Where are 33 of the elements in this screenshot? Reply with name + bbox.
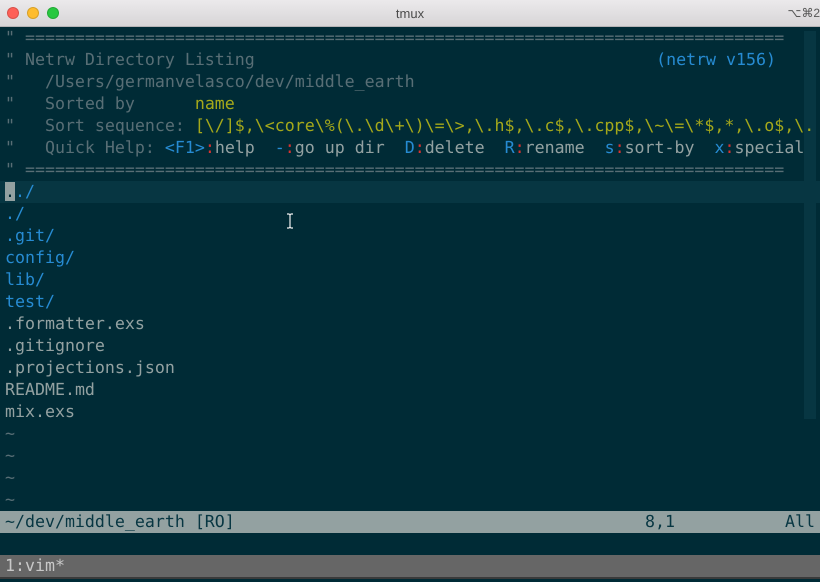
directory-entry[interactable]: config/ (0, 247, 820, 269)
file-entry[interactable]: mix.exs (0, 401, 820, 423)
file-entry[interactable]: README.md (0, 379, 820, 401)
directory-entry[interactable]: ./ (0, 203, 820, 225)
tmux-window-tab[interactable]: 1:vim* (5, 556, 65, 575)
window-title: tmux (396, 6, 424, 20)
header-line: " ============================================================================ (5, 159, 784, 181)
cursor-position: 8,1 (645, 511, 676, 533)
minimize-button[interactable] (27, 7, 39, 19)
file-entry[interactable]: .formatter.exs (0, 313, 820, 335)
empty-line-marker: ~ (5, 423, 15, 445)
file-entry[interactable]: .projections.json (0, 357, 820, 379)
header-line: " Netrw Directory Listing (5, 49, 255, 71)
directory-entry[interactable]: .git/ (0, 225, 820, 247)
header-line: " /Users/germanvelasco/dev/middle_earth (5, 71, 415, 93)
scroll-position: All (785, 511, 816, 533)
close-button[interactable] (7, 7, 19, 19)
empty-line-marker: ~ (5, 445, 15, 467)
version-label: (netrw v156) (656, 49, 776, 71)
header-line: " Sorted by name (5, 93, 235, 115)
text-cursor-icon (286, 213, 294, 229)
shortcut-label: ⌥⌘2 (787, 6, 820, 20)
header-line: " Sort sequence: [\/]$,\<core\%(\.\d\+\)\=\>,\.h$,\.c$,\.cpp$,\~\=\*$,*,\.o$,\. (5, 115, 814, 137)
header-line: " ============================================================================ (5, 27, 784, 49)
file-entry[interactable]: .gitignore (0, 335, 820, 357)
directory-entry[interactable]: ../ (0, 181, 820, 203)
zoom-button[interactable] (47, 7, 59, 19)
empty-line-marker: ~ (5, 489, 15, 511)
empty-line-marker: ~ (5, 467, 15, 489)
directory-entry[interactable]: lib/ (0, 269, 820, 291)
header-line: " Quick Help: <F1>:help -:go up dir D:delete R:rename s:sort-by x:special (5, 137, 804, 159)
file-path: ~/dev/middle_earth [RO] (5, 511, 236, 533)
directory-entry[interactable]: test/ (0, 291, 820, 313)
